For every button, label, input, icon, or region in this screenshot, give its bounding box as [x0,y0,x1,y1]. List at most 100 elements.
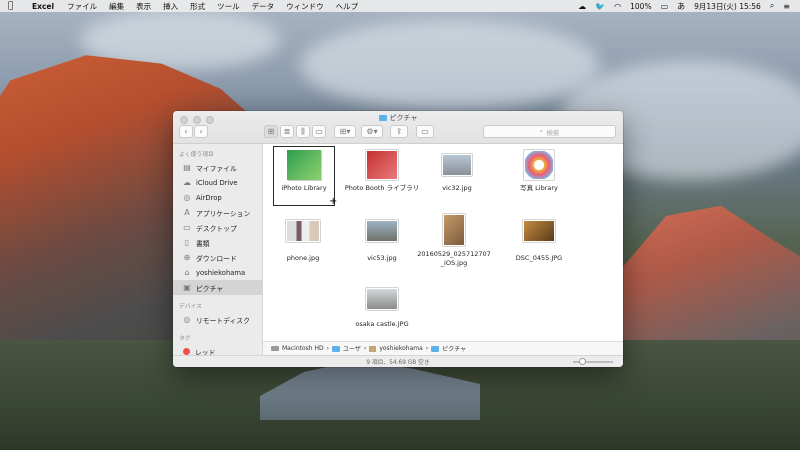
share-button[interactable]: ⇪ [390,125,408,138]
hard-disk-icon [271,346,279,351]
sidebar-header-favorites: よく使う項目 [179,152,214,158]
photo-thumbnail [523,220,555,242]
battery-icon[interactable]: ▭ [661,2,669,11]
file-item-photos-library[interactable]: 写真 Library [499,150,579,193]
cursor-crosshair-icon: + [329,196,338,207]
menu-data[interactable]: データ [252,1,275,12]
folder-icon [332,345,341,352]
column-view-button[interactable]: ⫼ [296,125,310,138]
sidebar-item-airdrop[interactable]: ◎ AirDrop [173,190,262,205]
photo-thumbnail [286,220,320,242]
file-label: phone.jpg [286,254,320,262]
arrange-button[interactable]: ⊞▾ [334,125,356,138]
file-item-photo-booth-library[interactable]: Photo Booth ライブラリ [342,150,422,193]
icon-size-slider[interactable] [573,358,613,365]
action-gear-button[interactable]: ⚙▾ [361,125,383,138]
menu-app-name[interactable]: Excel [32,2,54,11]
coverflow-view-button[interactable]: ▭ [312,125,326,138]
downloads-icon: ⊕ [183,253,191,262]
sidebar-item-pictures[interactable]: ▣ ピクチャ [173,280,262,295]
file-label: Photo Booth ライブラリ [344,184,420,192]
menu-clock[interactable]: 9月13日(火) 15:56 [694,1,761,12]
folder-icon [378,115,387,121]
file-item-iphoto-library[interactable]: iPhoto Library [264,150,344,193]
input-method-icon[interactable]: あ [677,1,685,12]
sidebar-item-documents[interactable]: ▯ 書類 [173,235,262,250]
battery-percent: 100% [630,1,652,11]
photo-thumbnail [366,288,398,310]
status-bar: 9 項目、54.69 GB 空き [173,355,623,367]
airdrop-icon: ◎ [183,193,191,202]
sidebar-item-all-my-files[interactable]: ▤ マイファイル [173,160,262,175]
file-label: vic32.jpg [442,184,472,192]
file-label: 20160529_025712707_iOS.jpg [417,250,491,267]
sidebar-item-desktop[interactable]: ▭ デスクトップ [173,220,262,235]
icon-grid: iPhoto Library Photo Booth ライブラリ vic32.j… [263,144,623,339]
forward-button[interactable]: › [194,125,208,138]
menu-window[interactable]: ウィンドウ [286,1,324,12]
sidebar-item-home[interactable]: ⌂ yoshiekohama [173,265,262,280]
remote-disc-icon: ◎ [183,315,191,324]
file-item-vic53[interactable]: vic53.jpg [342,220,422,263]
folder-icon [431,345,440,352]
file-item-phone[interactable]: phone.jpg [263,220,343,263]
apple-icon[interactable]:  [8,1,22,11]
path-bar: Macintosh HD › ユーザ › yoshiekohama › ピクチャ [263,341,623,355]
window-title: ピクチャ [173,113,623,123]
menu-help[interactable]: ヘルプ [336,1,359,12]
sidebar-item-applications[interactable]: A アプリケーション [173,205,262,220]
sidebar-item-icloud-drive[interactable]: ☁ iCloud Drive [173,175,262,190]
chevron-right-icon: › [363,345,367,352]
path-item-pictures[interactable]: ピクチャ [442,344,466,353]
file-item-vic32[interactable]: vic32.jpg [417,154,497,193]
icon-view-button[interactable]: ⊞ [264,125,278,138]
status-text: 9 項目、54.69 GB 空き [366,360,430,366]
file-item-osaka-castle[interactable]: osaka castle.JPG [342,288,422,329]
home-icon: ⌂ [184,268,190,277]
home-icon [369,345,377,352]
sidebar-item-downloads[interactable]: ⊕ ダウンロード [173,250,262,265]
spotlight-icon[interactable]: ⌕ [770,1,774,11]
tags-button[interactable]: ▭ [416,125,434,138]
sidebar-item-remote-disc[interactable]: ◎ リモートディスク [173,312,262,327]
cloud-sync-icon[interactable]: ☁ [578,2,586,11]
documents-icon: ▯ [184,238,190,247]
red-tag-icon [183,348,190,355]
title-bar[interactable]: ピクチャ ‹ › ⊞ ≣ ⫼ ▭ ⊞▾ ⚙▾ ⇪ ▭ ⌕ 検索 [173,111,623,144]
list-view-button[interactable]: ≣ [280,125,294,138]
iphoto-library-icon [287,150,321,180]
file-label: DSC_0455.JPG [515,254,563,262]
menu-format[interactable]: 形式 [190,1,205,12]
menu-insert[interactable]: 挿入 [163,1,178,12]
menu-view[interactable]: 表示 [136,1,151,12]
sidebar: よく使う項目 ▤ マイファイル ☁ iCloud Drive ◎ AirDrop Aア… [173,144,263,367]
search-field[interactable]: ⌕ 検索 [483,125,616,138]
photo-booth-library-icon [366,150,398,180]
menu-file[interactable]: ファイル [67,1,97,12]
path-item-home[interactable]: yoshiekohama [379,345,422,352]
notification-center-icon[interactable]: ≡ [783,2,790,11]
wifi-icon[interactable]: ◠ [614,2,621,11]
photos-library-icon [524,150,554,180]
cloud-icon: ☁ [183,178,191,187]
window-title-text: ピクチャ [389,114,418,122]
finder-window: ピクチャ ‹ › ⊞ ≣ ⫼ ▭ ⊞▾ ⚙▾ ⇪ ▭ ⌕ 検索 よく使う項目 ▤… [173,111,623,367]
file-item-dsc-0455[interactable]: DSC_0455.JPG [499,220,579,263]
back-button[interactable]: ‹ [179,125,193,138]
twitter-icon[interactable]: 🐦 [595,2,605,11]
photo-thumbnail [443,214,465,246]
search-icon: ⌕ [539,127,544,135]
sidebar-header-tags: タグ [179,336,191,342]
path-item-users[interactable]: ユーザ [343,344,361,353]
slider-knob[interactable] [579,358,586,365]
pictures-icon: ▣ [183,283,191,292]
file-label: iPhoto Library [281,184,327,192]
menu-bar:  Excel ファイル 編集 表示 挿入 形式 ツール データ ウィンドウ ヘ… [0,0,800,12]
photo-thumbnail [442,154,472,176]
file-item-20160529-ios[interactable]: 20160529_025712707_iOS.jpg [412,214,496,268]
file-label: vic53.jpg [367,254,397,262]
all-files-icon: ▤ [183,163,191,172]
menu-edit[interactable]: 編集 [109,1,124,12]
menu-tools[interactable]: ツール [217,1,240,12]
path-item-macintosh-hd[interactable]: Macintosh HD [282,345,324,352]
